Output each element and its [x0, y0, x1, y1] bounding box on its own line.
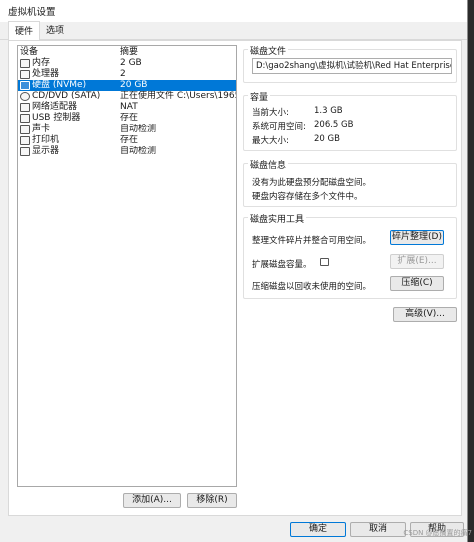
- watermark-text: CSDN @愿搁置的痛7: [403, 529, 472, 537]
- display-icon: [20, 147, 30, 156]
- device-row[interactable]: 打印机 存在: [18, 135, 236, 146]
- max-size-value: 20 GB: [314, 134, 340, 144]
- device-row[interactable]: 内存 2 GB: [18, 58, 236, 69]
- tab-hardware[interactable]: 硬件: [8, 21, 41, 40]
- capacity-label: 容量: [248, 90, 271, 103]
- device-name-cell: 处理器: [18, 69, 118, 80]
- disk-file-label: 磁盘文件: [248, 44, 289, 57]
- hardware-panel: 设备 摘要 内存 2 GB 处理器 2 硬盘 (NVMe) 20 GB CD/DVD (SA…: [8, 40, 462, 516]
- ok-button[interactable]: 确定: [290, 522, 346, 537]
- disk-info-group: 磁盘信息 没有为此硬盘预分配磁盘空间。 硬盘内容存储在多个文件中。: [243, 158, 457, 207]
- expand-button[interactable]: 扩展(E)...: [390, 254, 444, 269]
- device-summary: 存在: [120, 113, 139, 123]
- cancel-button[interactable]: 取消: [350, 522, 406, 537]
- current-size-label: 当前大小:: [252, 108, 289, 118]
- disk-info-line-1: 没有为此硬盘预分配磁盘空间。: [252, 178, 372, 188]
- disk-info-label: 磁盘信息: [248, 158, 289, 171]
- tab-strip: 硬件 选项: [0, 21, 467, 40]
- disk-utilities-group: 磁盘实用工具 整理文件碎片并整合可用空间。 碎片整理(D) 扩展磁盘容量。 扩展…: [243, 212, 457, 299]
- device-name: USB 控制器: [32, 113, 81, 123]
- network-adapter-icon: [20, 103, 30, 112]
- vm-settings-window: 虚拟机设置 硬件 选项 设备 摘要 内存 2 GB 处理器 2 硬盘 (NVMe) 20 …: [0, 0, 468, 542]
- device-summary: 2 GB: [120, 58, 142, 68]
- device-summary: NAT: [120, 102, 138, 112]
- disk-file-group: 磁盘文件 D:\gao2shang\虚拟机\试验机\Red Hat Enterp…: [243, 44, 457, 83]
- device-name: 内存: [32, 58, 51, 68]
- hard-disk-icon: [20, 81, 30, 90]
- background-edge: [468, 0, 474, 542]
- device-row[interactable]: 硬盘 (NVMe) 20 GB: [18, 80, 236, 91]
- device-row[interactable]: 显示器 自动检测: [18, 146, 236, 157]
- cd-dvd-icon: [20, 92, 30, 101]
- column-header-summary[interactable]: 摘要: [118, 46, 236, 58]
- device-row[interactable]: 声卡 自动检测: [18, 124, 236, 135]
- device-row[interactable]: 网络适配器 NAT: [18, 102, 236, 113]
- printer-icon: [20, 136, 30, 145]
- device-name: 网络适配器: [32, 102, 78, 112]
- capacity-group: 容量 当前大小: 1.3 GB 系统可用空间: 206.5 GB 最大大小: 2…: [243, 90, 457, 151]
- expand-description: 扩展磁盘容量。: [252, 260, 312, 270]
- advanced-button[interactable]: 高级(V)...: [393, 307, 457, 322]
- device-name-cell: 网络适配器: [18, 102, 118, 113]
- disk-utilities-label: 磁盘实用工具: [248, 212, 307, 225]
- sound-card-icon: [20, 125, 30, 134]
- window-title: 虚拟机设置: [8, 7, 56, 18]
- device-name: 处理器: [32, 69, 60, 79]
- defragment-button[interactable]: 碎片整理(D): [390, 230, 444, 245]
- device-name: 硬盘 (NVMe): [32, 80, 87, 90]
- device-name-cell: 硬盘 (NVMe): [18, 80, 118, 91]
- device-summary: 20 GB: [120, 80, 148, 90]
- device-summary: 存在: [120, 135, 139, 145]
- device-name-cell: 显示器: [18, 146, 118, 157]
- disk-file-path-field[interactable]: D:\gao2shang\虚拟机\试验机\Red Hat Enterprise …: [252, 58, 452, 74]
- device-list[interactable]: 设备 摘要 内存 2 GB 处理器 2 硬盘 (NVMe) 20 GB CD/DVD (SA…: [17, 45, 237, 487]
- usb-controller-icon: [20, 114, 30, 123]
- device-list-header: 设备 摘要: [18, 46, 236, 58]
- remove-device-button[interactable]: 移除(R): [187, 493, 237, 508]
- device-name: 打印机: [32, 135, 60, 145]
- tab-options[interactable]: 选项: [40, 21, 70, 39]
- max-size-label: 最大大小:: [252, 136, 289, 146]
- title-bar: 虚拟机设置: [0, 0, 467, 22]
- device-row[interactable]: 处理器 2: [18, 69, 236, 80]
- free-space-value: 206.5 GB: [314, 120, 354, 130]
- device-name: CD/DVD (SATA): [32, 91, 101, 101]
- device-name: 声卡: [32, 124, 51, 134]
- device-summary: 自动检测: [120, 146, 157, 156]
- compact-button[interactable]: 压缩(C): [390, 276, 444, 291]
- device-summary: 自动检测: [120, 124, 157, 134]
- device-summary: 正在使用文件 C:\Users\19653\...: [120, 91, 236, 101]
- column-header-device[interactable]: 设备: [18, 46, 118, 58]
- device-name-cell: 打印机: [18, 135, 118, 146]
- device-row[interactable]: USB 控制器 存在: [18, 113, 236, 124]
- device-summary: 2: [120, 69, 126, 79]
- device-name-cell: 内存: [18, 58, 118, 69]
- device-name-cell: USB 控制器: [18, 113, 118, 124]
- device-row[interactable]: CD/DVD (SATA) 正在使用文件 C:\Users\19653\...: [18, 91, 236, 102]
- current-size-value: 1.3 GB: [314, 106, 343, 116]
- comment-icon: [320, 258, 329, 266]
- device-name-cell: CD/DVD (SATA): [18, 91, 118, 102]
- compact-description: 压缩磁盘以回收未使用的空间。: [252, 282, 372, 292]
- processor-icon: [20, 70, 30, 79]
- device-name-cell: 声卡: [18, 124, 118, 135]
- memory-icon: [20, 59, 30, 68]
- disk-info-line-2: 硬盘内容存储在多个文件中。: [252, 192, 363, 202]
- free-space-label: 系统可用空间:: [252, 122, 306, 132]
- add-device-button[interactable]: 添加(A)...: [123, 493, 181, 508]
- defrag-description: 整理文件碎片并整合可用空间。: [252, 236, 372, 246]
- device-name: 显示器: [32, 146, 60, 156]
